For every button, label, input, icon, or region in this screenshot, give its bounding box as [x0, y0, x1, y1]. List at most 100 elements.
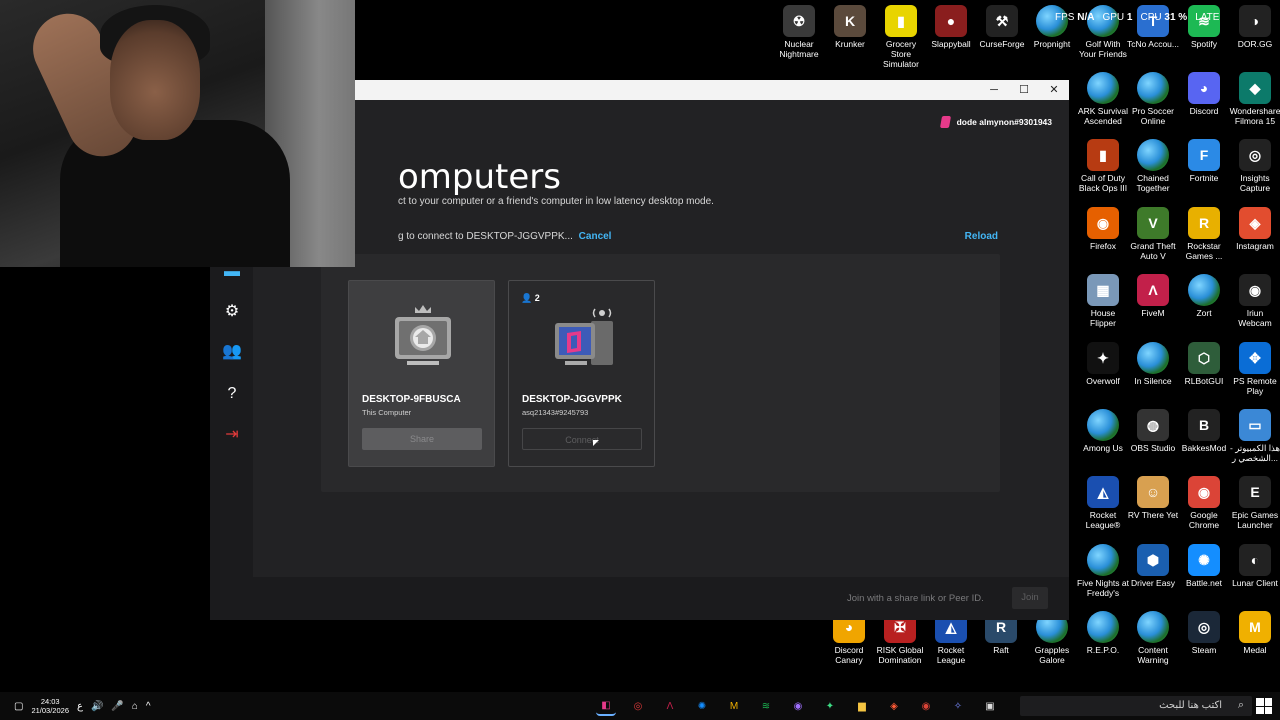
app-icon: ▮ — [1087, 139, 1119, 171]
desktop-icon-label: Spotify — [1191, 39, 1217, 49]
desktop-icon-label: DOR.GG — [1237, 39, 1273, 49]
cpu-label: CPU — [1140, 12, 1162, 23]
desktop-icon[interactable]: ◍ OBS Studio — [1127, 409, 1179, 453]
microphone-icon[interactable]: 🎤 — [111, 701, 123, 712]
app-icon: ◍ — [1137, 409, 1169, 441]
maximize-icon[interactable]: ☐ — [1009, 80, 1039, 100]
desktop-icon[interactable]: ☺ RV There Yet — [1127, 476, 1179, 520]
join-input[interactable]: Join with a share link or Peer ID. — [847, 593, 984, 604]
desktop-icon-label: Raft — [993, 645, 1009, 655]
desktop-icon[interactable]: ◉ Iriun Webcam — [1229, 274, 1280, 328]
friends-icon[interactable]: 👥 — [222, 342, 242, 362]
desktop-icon[interactable]: ◎ Insights Capture — [1229, 139, 1280, 193]
volume-icon[interactable]: 🔊 — [91, 701, 103, 712]
close-icon[interactable]: ✕ — [1039, 80, 1069, 100]
notification-icon[interactable]: ▢ — [14, 701, 23, 712]
app-icon: B — [1188, 409, 1220, 441]
connection-status-text: g to connect to DESKTOP-JGGVPPK... — [398, 231, 573, 242]
windows-start-icon[interactable] — [1256, 698, 1272, 714]
app-icon: F — [1188, 139, 1220, 171]
taskbar-search[interactable]: اكتب هنا للبحث ⌕ — [1020, 696, 1252, 716]
minimize-icon[interactable]: ─ — [979, 80, 1009, 100]
mouse-cursor-icon — [593, 440, 599, 446]
desktop-icon[interactable]: ⬡ RLBotGUI — [1178, 342, 1230, 386]
desktop-icon[interactable]: B BakkesMod — [1178, 409, 1230, 453]
desktop-icon[interactable]: Pro Soccer Online — [1127, 72, 1179, 126]
user-count-icon: 👤 — [521, 293, 533, 303]
desktop-icon[interactable]: In Silence — [1127, 342, 1179, 386]
medal-taskbar-icon[interactable]: M — [724, 696, 744, 716]
desktop-icon[interactable]: K Krunker — [824, 5, 876, 49]
computer-card-this[interactable]: DESKTOP-9FBUSCA This Computer Share — [348, 280, 495, 467]
desktop-icon[interactable]: ✥ PS Remote Play — [1229, 342, 1280, 396]
desktop-icon[interactable]: ◕ Discord — [1178, 72, 1230, 116]
share-button[interactable]: Share — [362, 428, 482, 450]
file-explorer-taskbar-icon[interactable]: ▆ — [852, 696, 872, 716]
app-icon — [1188, 274, 1220, 306]
cancel-link[interactable]: Cancel — [579, 231, 612, 242]
reload-link[interactable]: Reload — [965, 231, 998, 242]
copilot-taskbar-icon[interactable]: ✧ — [948, 696, 968, 716]
desktop-icon[interactable]: ▮ Grocery Store Simulator — [875, 5, 927, 69]
desktop-icon[interactable]: ◎ Steam — [1178, 611, 1230, 655]
desktop-icon-label: R.E.P.O. — [1086, 645, 1120, 655]
desktop-icon[interactable]: ▦ House Flipper — [1077, 274, 1129, 328]
app-taskbar-icon[interactable]: ✦ — [820, 696, 840, 716]
join-button[interactable]: Join — [1012, 587, 1048, 609]
desktop-icon[interactable]: ◉ Firefox — [1077, 207, 1129, 251]
app-window-titlebar[interactable]: ─ ☐ ✕ — [355, 80, 1069, 100]
tray-overflow-icon[interactable]: ^ — [146, 701, 151, 712]
connect-button[interactable]: Connect — [522, 428, 642, 450]
desktop-icon[interactable]: ⬢ Driver Easy — [1127, 544, 1179, 588]
language-indicator[interactable]: ع — [77, 701, 83, 712]
desktop-icon[interactable]: ◭ Rocket League® — [1077, 476, 1129, 530]
desktop-icon[interactable]: ⚒ CurseForge — [976, 5, 1028, 49]
desktop-icon-label: PS Remote Play — [1233, 376, 1277, 396]
clock[interactable]: 24:03 21/03/2026 — [31, 697, 69, 715]
brave-taskbar-icon[interactable]: ◈ — [884, 696, 904, 716]
desktop-icon[interactable]: Content Warning — [1127, 611, 1179, 665]
desktop-icon[interactable]: V Grand Theft Auto V — [1127, 207, 1179, 261]
app-taskbar-icon[interactable]: ◉ — [788, 696, 808, 716]
app-icon: ✺ — [1188, 544, 1220, 576]
desktop-icon[interactable]: R.E.P.O. — [1077, 611, 1129, 655]
desktop-icon[interactable]: Λ FiveM — [1127, 274, 1179, 318]
home-computer-icon — [395, 305, 451, 365]
fivem-taskbar-icon[interactable]: Λ — [660, 696, 680, 716]
desktop-icon[interactable]: ARK Survival Ascended — [1077, 72, 1129, 126]
desktop-icon[interactable]: ◑ DOR.GG — [1229, 5, 1280, 49]
app-taskbar-icon[interactable]: ◎ — [628, 696, 648, 716]
desktop-icon[interactable]: ✦ Overwolf — [1077, 342, 1129, 386]
spotify-taskbar-icon[interactable]: ≋ — [756, 696, 776, 716]
desktop-icon[interactable]: ▮ Call of Duty Black Ops III — [1077, 139, 1129, 193]
desktop-icon[interactable]: M Medal — [1229, 611, 1280, 655]
desktop-icon[interactable]: ◐ Lunar Client — [1229, 544, 1280, 588]
user-count: 👤 2 — [521, 293, 540, 304]
desktop-icon[interactable]: R Rockstar Games ... — [1178, 207, 1230, 261]
computer-card-friend[interactable]: 👤 2 DESKTOP-JGGVPPK asq21343#9245793 Con… — [508, 280, 655, 467]
chrome-taskbar-icon[interactable]: ◉ — [916, 696, 936, 716]
desktop-icon[interactable]: F Fortnite — [1178, 139, 1230, 183]
user-badge[interactable]: dode almynon#9301943 — [939, 116, 1052, 128]
desktop-icon[interactable]: ☢ Nuclear Nightmare — [773, 5, 825, 59]
battlenet-taskbar-icon[interactable]: ✺ — [692, 696, 712, 716]
help-icon[interactable]: ? — [222, 384, 242, 404]
desktop-icon[interactable]: ● Slappyball — [925, 5, 977, 49]
desktop-icon[interactable]: ◆ Wondershare Filmora 15 — [1229, 72, 1280, 126]
sign-out-icon[interactable]: ⇥ — [222, 425, 242, 445]
desktop-icon[interactable]: ◈ Instagram — [1229, 207, 1280, 251]
desktop-icon[interactable]: ▭ هذا الكمبيوتر - الشخصي ر... — [1229, 409, 1280, 463]
desktop-icon[interactable]: Among Us — [1077, 409, 1129, 453]
network-icon[interactable]: ⌂ — [132, 701, 138, 712]
app-icon — [1137, 72, 1169, 104]
desktop-icon[interactable]: Five Nights at Freddy's — [1077, 544, 1129, 598]
parsec-taskbar-icon[interactable]: ◧ — [596, 696, 616, 716]
remote-computer-icon — [555, 308, 613, 365]
desktop-icon[interactable]: Chained Together — [1127, 139, 1179, 193]
desktop-icon[interactable]: ✺ Battle.net — [1178, 544, 1230, 588]
desktop-icon[interactable]: ◉ Google Chrome — [1178, 476, 1230, 530]
desktop-icon[interactable]: Zort — [1178, 274, 1230, 318]
settings-gear-icon[interactable]: ⚙ — [222, 302, 242, 322]
desktop-icon[interactable]: E Epic Games Launcher — [1229, 476, 1280, 530]
task-view-icon[interactable]: ▣ — [980, 696, 1000, 716]
